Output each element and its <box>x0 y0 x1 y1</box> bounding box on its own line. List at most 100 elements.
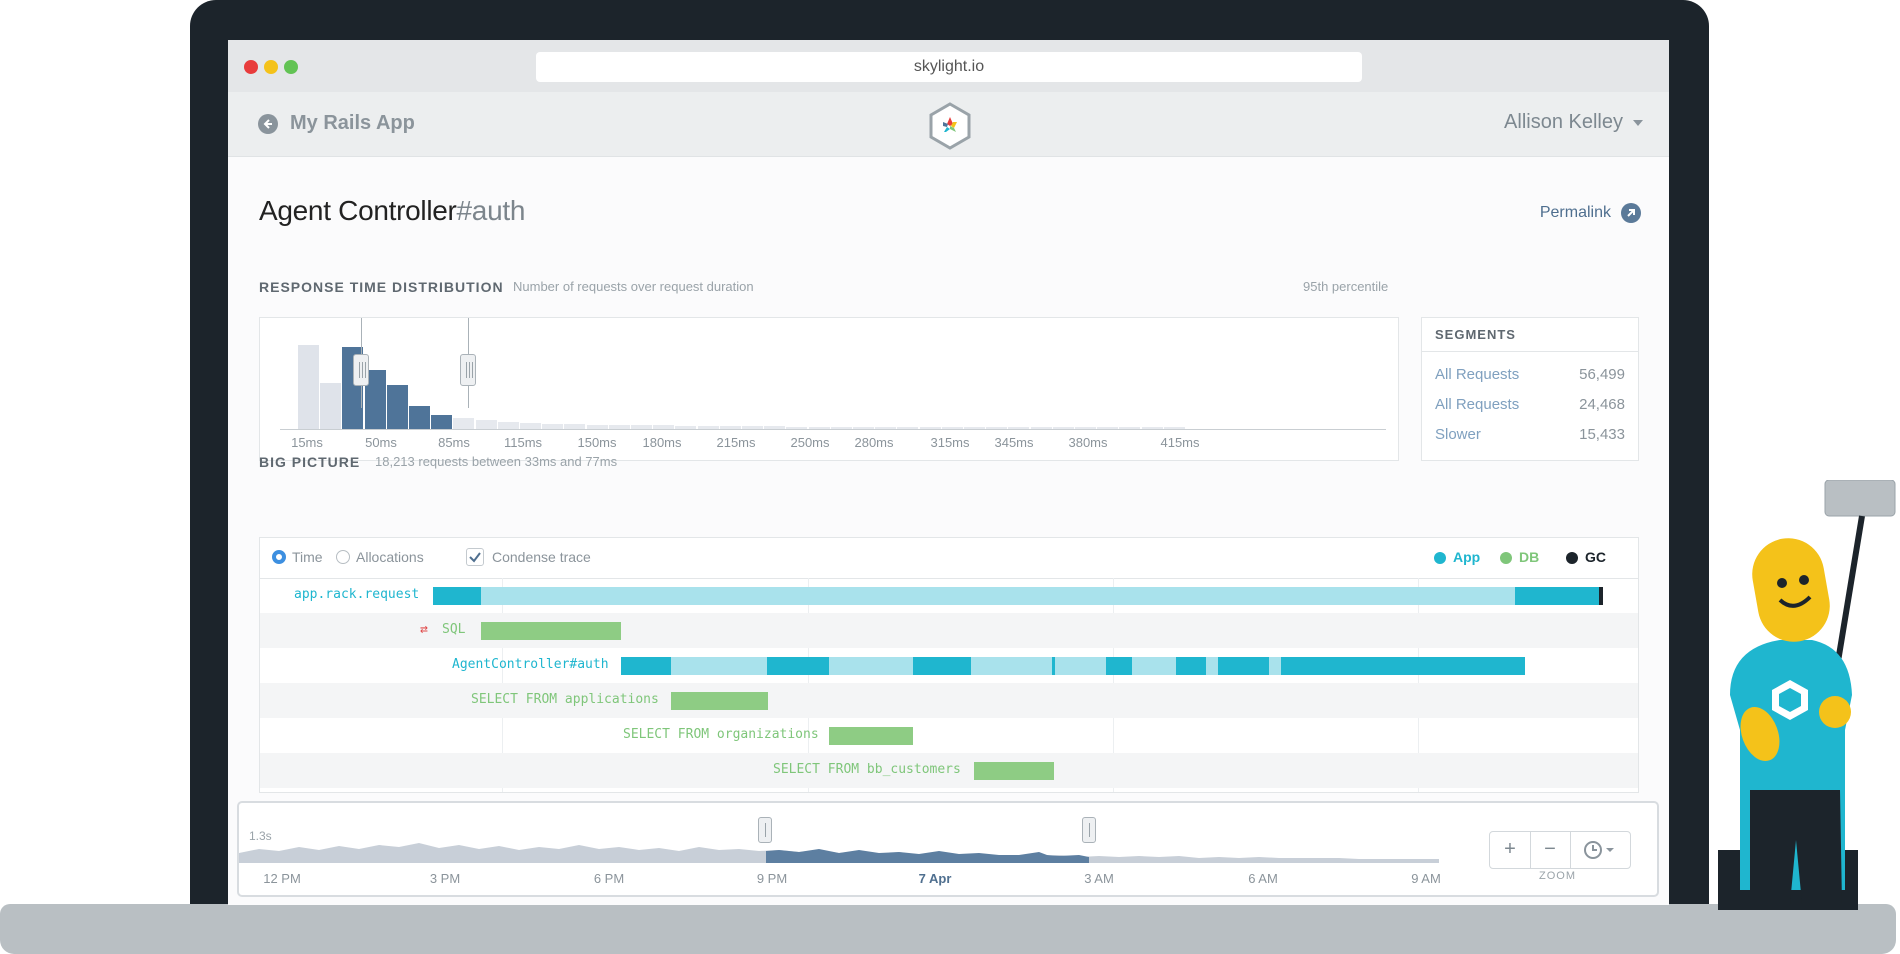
close-window-button[interactable] <box>244 60 258 74</box>
segments-panel: SEGMENTS All Requests 56,499 All Requests… <box>1421 317 1639 461</box>
segment-row[interactable]: All Requests 24,468 <box>1435 396 1625 413</box>
timeline-overview[interactable]: 1.3s 12 PM 3 PM 6 PM 9 PM 7 Apr 3 AM 6 A… <box>237 801 1659 897</box>
trace-row[interactable]: SELECT FROM organizations <box>260 718 1638 753</box>
time-range-dropdown[interactable] <box>1570 832 1630 868</box>
histogram-bar <box>431 414 453 429</box>
trace-segment <box>481 622 621 640</box>
laptop-base <box>0 904 1896 954</box>
timeline-handle-right[interactable] <box>1082 817 1096 843</box>
histogram-tick-label: 150ms <box>577 435 617 450</box>
repeat-icon: ⇄ <box>420 622 428 637</box>
zoom-controls: + − <box>1489 831 1631 869</box>
browser-window: skylight.io My Rails App Allison Kelley … <box>228 40 1669 905</box>
range-handle-left[interactable] <box>353 354 369 386</box>
big-picture-label: BIG PICTURE <box>259 454 361 470</box>
trace-segment <box>1106 657 1132 675</box>
permalink-label: Permalink <box>1539 204 1611 222</box>
condense-trace-label: Condense trace <box>492 549 591 565</box>
timeline-graph <box>239 843 1439 863</box>
histogram-tick-label: 50ms <box>365 435 397 450</box>
trace-segment <box>1281 657 1525 675</box>
trace-row-label: AgentController#auth <box>452 657 609 672</box>
allocations-radio[interactable] <box>336 550 350 564</box>
histogram-tick-label: 85ms <box>438 435 470 450</box>
mascot-illustration <box>1718 480 1896 910</box>
permalink-link[interactable]: Permalink <box>1540 203 1641 223</box>
trace-segment <box>913 657 971 675</box>
db-legend-dot <box>1500 552 1512 564</box>
trace-row[interactable]: SELECT FROM applications <box>260 683 1638 718</box>
trace-segment <box>1269 657 1281 675</box>
histogram-tick-label: 250ms <box>790 435 830 450</box>
trace-row-label: SELECT FROM bb_customers <box>773 762 961 777</box>
trace-row[interactable]: ⇄ SQL <box>260 613 1638 648</box>
timeline-handle-left[interactable] <box>758 817 772 843</box>
percentile-label: 95th percentile <box>1303 279 1389 294</box>
time-radio[interactable] <box>272 550 286 564</box>
trace-row-label: SQL <box>442 622 466 637</box>
trace-segment <box>1515 587 1599 605</box>
zoom-in-button[interactable]: + <box>1490 832 1531 868</box>
trace-row[interactable]: app.rack.request <box>260 578 1638 613</box>
histogram-tick-label: 115ms <box>503 435 543 450</box>
segment-row[interactable]: Slower 15,433 <box>1435 426 1625 443</box>
trace-segment <box>671 657 767 675</box>
chevron-down-icon <box>1633 119 1643 126</box>
big-picture-subtitle: 18,213 requests between 33ms and 77ms <box>375 454 618 469</box>
back-arrow-icon[interactable] <box>258 114 278 134</box>
trace-row[interactable]: SELECT FROM bb_customers <box>260 753 1638 788</box>
trace-segment <box>1055 657 1106 675</box>
timeline-tick: 9 AM <box>1411 871 1441 886</box>
segment-name: Slower <box>1435 426 1481 443</box>
trace-segment <box>767 657 829 675</box>
segment-count: 24,468 <box>1579 396 1625 413</box>
histogram-tick-label: 215ms <box>716 435 756 450</box>
segment-name: All Requests <box>1435 366 1520 383</box>
histogram-tick-label: 15ms <box>291 435 323 450</box>
zoom-out-button[interactable]: − <box>1530 832 1571 868</box>
histogram-bar <box>475 419 497 429</box>
distribution-label: RESPONSE TIME DISTRIBUTION <box>259 279 504 295</box>
clock-icon <box>1584 841 1614 859</box>
histogram-chart[interactable]: 15ms 50ms 85ms 115ms 150ms 180ms 215ms 250ms 280… <box>259 317 1399 461</box>
histogram-tick-label: 280ms <box>854 435 894 450</box>
maximize-window-button[interactable] <box>284 60 298 74</box>
browser-chrome: skylight.io <box>228 40 1669 92</box>
timeline-tick: 9 PM <box>756 871 788 886</box>
user-name: Allison Kelley <box>1504 111 1623 133</box>
title-controller: Agent Controller <box>259 195 457 226</box>
timeline-tick: 3 PM <box>429 871 461 886</box>
title-action: #auth <box>456 195 526 226</box>
segment-name: All Requests <box>1435 396 1520 413</box>
external-link-icon <box>1621 203 1641 223</box>
trace-row-label: SELECT FROM organizations <box>623 727 819 742</box>
minimize-window-button[interactable] <box>264 60 278 74</box>
segment-count: 56,499 <box>1579 366 1625 383</box>
histogram-bar <box>298 345 319 429</box>
trace-row[interactable]: AgentController#auth <box>260 648 1638 683</box>
user-menu[interactable]: Allison Kelley <box>1504 111 1643 134</box>
segment-row[interactable]: All Requests 56,499 <box>1435 366 1625 383</box>
trace-segment <box>974 762 1054 780</box>
trace-options-bar: Time Allocations Condense trace App DB G… <box>260 538 1638 579</box>
range-handle-right[interactable] <box>460 354 476 386</box>
timeline-tick: 3 AM <box>1084 871 1114 886</box>
histogram-tick-label: 180ms <box>642 435 682 450</box>
histogram-tick-label: 380ms <box>1068 435 1108 450</box>
trace-segment <box>621 657 671 675</box>
skylight-logo-icon[interactable] <box>928 102 972 150</box>
histogram-bar <box>453 417 475 429</box>
page-title: Agent Controller#auth <box>259 195 525 227</box>
app-header: My Rails App Allison Kelley <box>228 92 1669 157</box>
allocations-option-label: Allocations <box>356 549 424 565</box>
gc-segment <box>1599 587 1603 605</box>
zoom-label: ZOOM <box>1539 870 1576 882</box>
db-legend-label: DB <box>1519 549 1540 565</box>
trace-segment <box>1206 657 1218 675</box>
app-legend-dot <box>1434 552 1446 564</box>
trace-segment <box>671 692 768 710</box>
address-bar[interactable]: skylight.io <box>536 52 1362 82</box>
condense-trace-checkbox[interactable] <box>466 548 484 566</box>
app-name-link[interactable]: My Rails App <box>290 112 415 135</box>
trace-row-label: app.rack.request <box>294 587 420 602</box>
